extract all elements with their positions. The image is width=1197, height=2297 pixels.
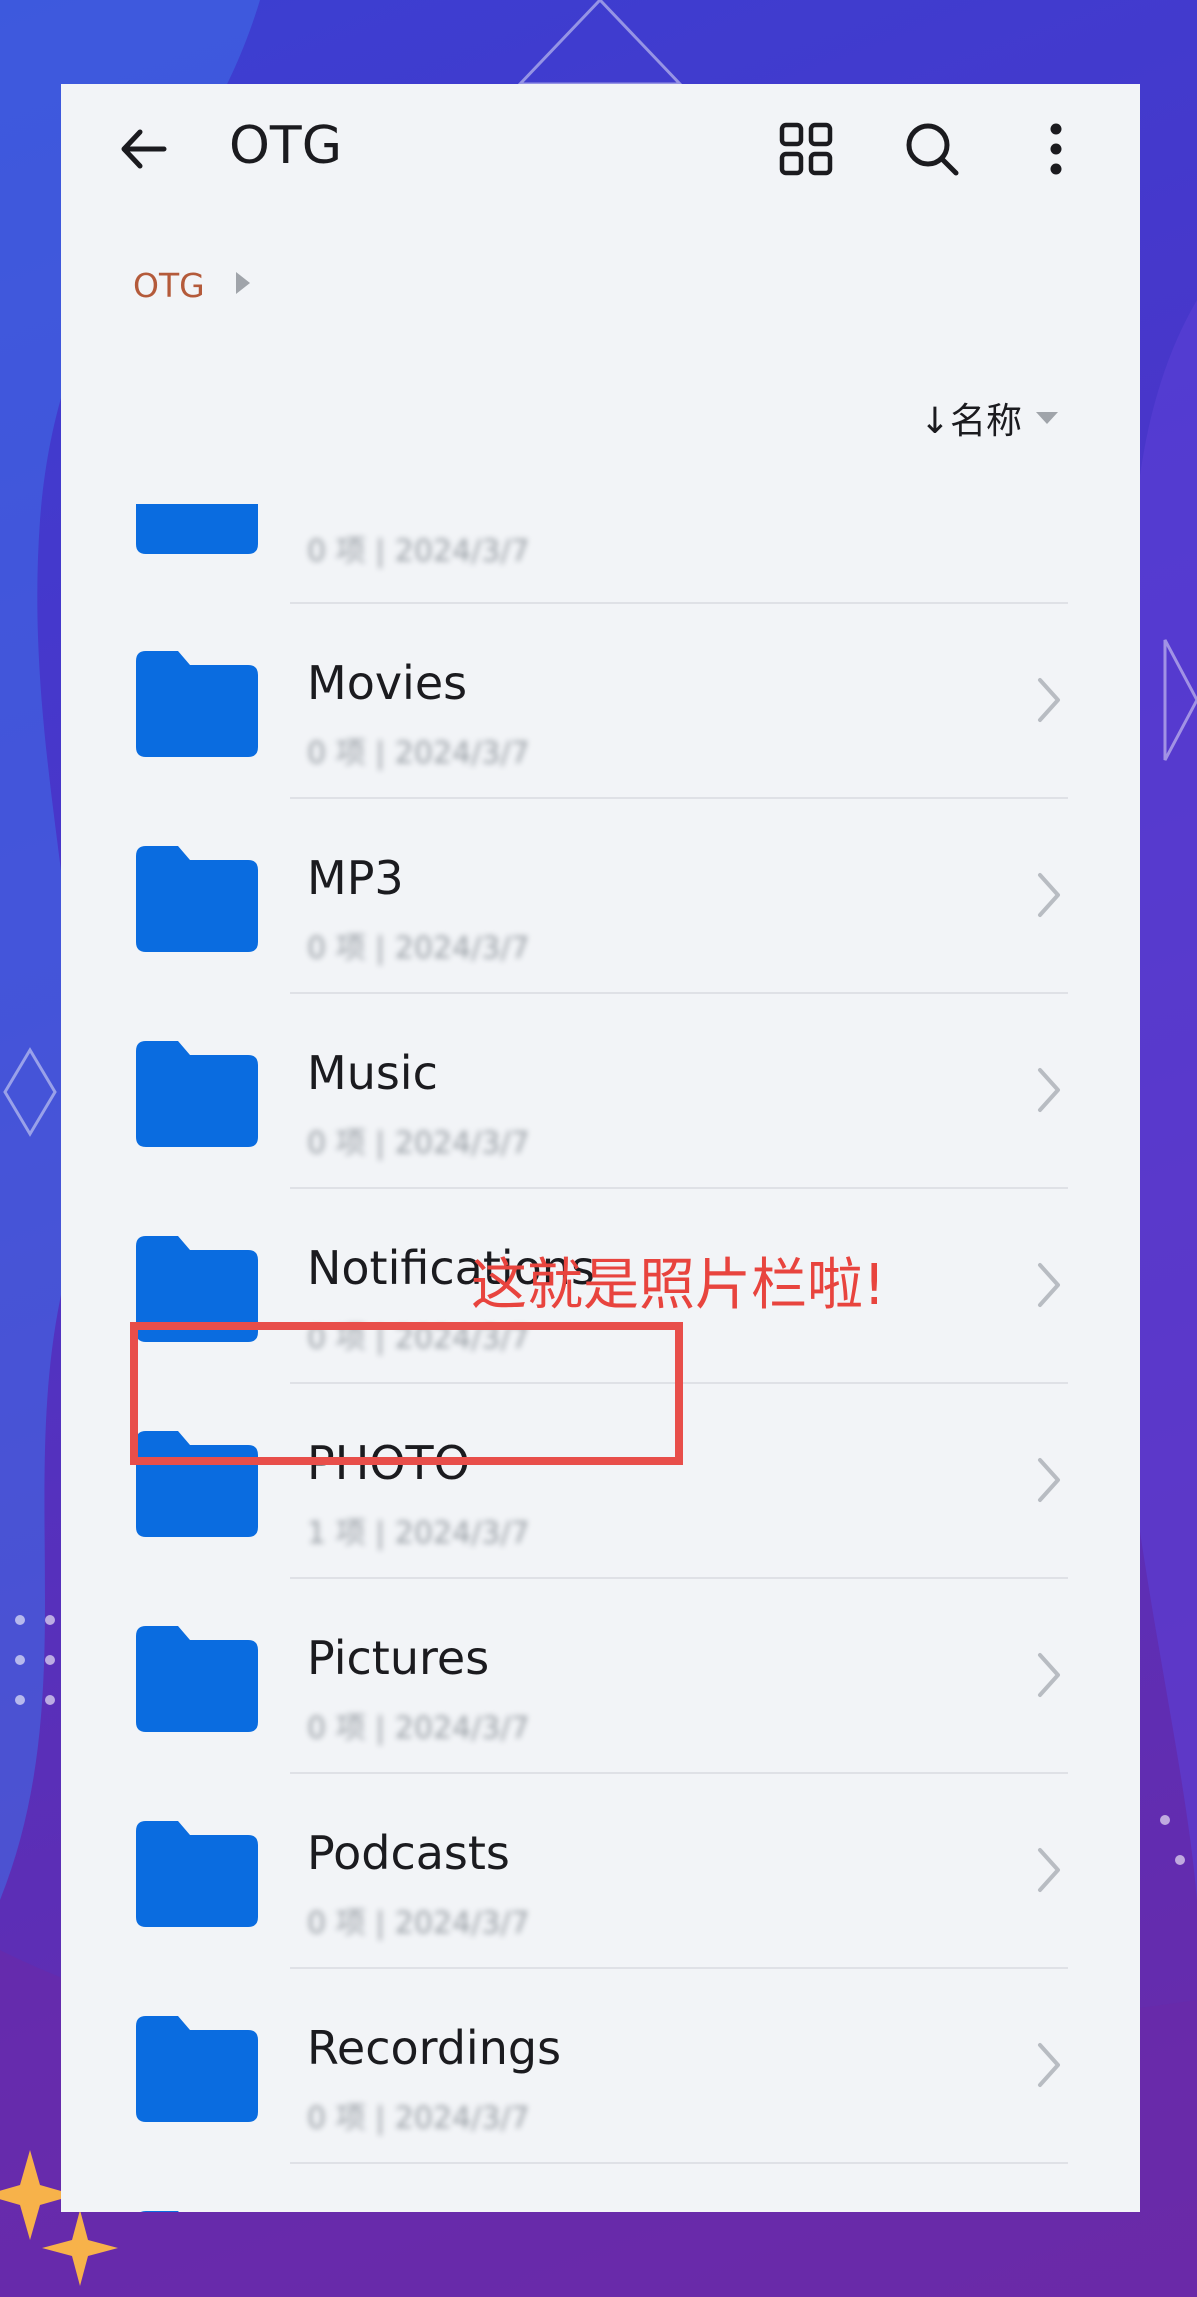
list-item-pictures[interactable]: Pictures 0 项 | 2024/3/7: [61, 1579, 1140, 1774]
folder-icon: [136, 846, 258, 952]
item-name: Music: [307, 1046, 438, 1100]
list-item-mp3[interactable]: MP3 0 项 | 2024/3/7: [61, 799, 1140, 994]
file-manager-window: OTG OTG ↓名称 0 项 | 2024/3/7 Movies 0 项 | …: [61, 84, 1140, 2212]
item-meta: 1 项 | 2024/3/7: [307, 1516, 530, 1551]
item-meta: 0 项 | 2024/3/7: [307, 534, 530, 569]
chevron-right-icon: [1038, 873, 1060, 917]
list-item-podcasts[interactable]: Podcasts 0 项 | 2024/3/7: [61, 1774, 1140, 1969]
list-item-recordings[interactable]: Recordings 0 项 | 2024/3/7: [61, 1969, 1140, 2164]
chevron-right-icon: [1038, 1458, 1060, 1502]
item-meta: 0 项 | 2024/3/7: [307, 1906, 530, 1941]
chevron-right-icon: [1038, 1653, 1060, 1697]
list-item-movies[interactable]: Movies 0 项 | 2024/3/7: [61, 604, 1140, 799]
search-icon: [906, 123, 959, 176]
folder-icon: [136, 504, 258, 554]
item-name: Pictures: [307, 1631, 490, 1685]
page-title: OTG: [229, 116, 342, 176]
grid-view-button[interactable]: [771, 114, 841, 184]
folder-icon: [136, 651, 258, 757]
item-name: Recordings: [307, 2021, 562, 2075]
annotation-text: 这就是照片栏啦!: [471, 1253, 886, 1318]
chevron-right-icon: [1038, 1263, 1060, 1307]
folder-icon: [136, 2016, 258, 2122]
item-name: Movies: [307, 656, 468, 710]
breadcrumb-item-otg[interactable]: OTG: [133, 266, 205, 305]
dropdown-triangle-icon: [1036, 412, 1058, 424]
more-options-button[interactable]: [1021, 114, 1091, 184]
item-meta: 0 项 | 2024/3/7: [307, 2101, 530, 2136]
chevron-right-icon: [1038, 1848, 1060, 1892]
item-meta: 0 项 | 2024/3/7: [307, 931, 530, 966]
chevron-right-icon: [1038, 678, 1060, 722]
item-meta: 0 项 | 2024/3/7: [307, 1711, 530, 1746]
list-item-partial[interactable]: 0 项 | 2024/3/7: [61, 504, 1140, 604]
arrow-left-icon: [121, 129, 167, 169]
annotation-highlight-box: [130, 1322, 683, 1465]
folder-icon: [136, 1626, 258, 1732]
item-meta: 0 项 | 2024/3/7: [307, 736, 530, 771]
chevron-right-icon: [1038, 2043, 1060, 2087]
list-item-music[interactable]: Music 0 项 | 2024/3/7: [61, 994, 1140, 1189]
grid-view-icon: [779, 122, 833, 176]
item-name: Podcasts: [307, 1826, 510, 1880]
folder-icon: [136, 1821, 258, 1927]
more-vertical-icon: [1050, 123, 1062, 175]
chevron-right-icon: [1038, 1068, 1060, 1112]
back-button[interactable]: [109, 114, 179, 184]
breadcrumb-arrow-icon: [236, 272, 250, 294]
list-item-ringtones[interactable]: Ringtones0 项 | 2024/3/7: [61, 2164, 1140, 2212]
app-bar: OTG: [61, 84, 1140, 204]
folder-icon: [140, 2211, 179, 2212]
search-button[interactable]: [897, 114, 967, 184]
folder-icon: [136, 1041, 258, 1147]
sort-label: ↓名称: [919, 401, 1022, 442]
item-meta: 0 项 | 2024/3/7: [307, 1126, 530, 1161]
item-name: MP3: [307, 851, 404, 905]
sort-selector[interactable]: ↓名称: [920, 392, 1060, 444]
